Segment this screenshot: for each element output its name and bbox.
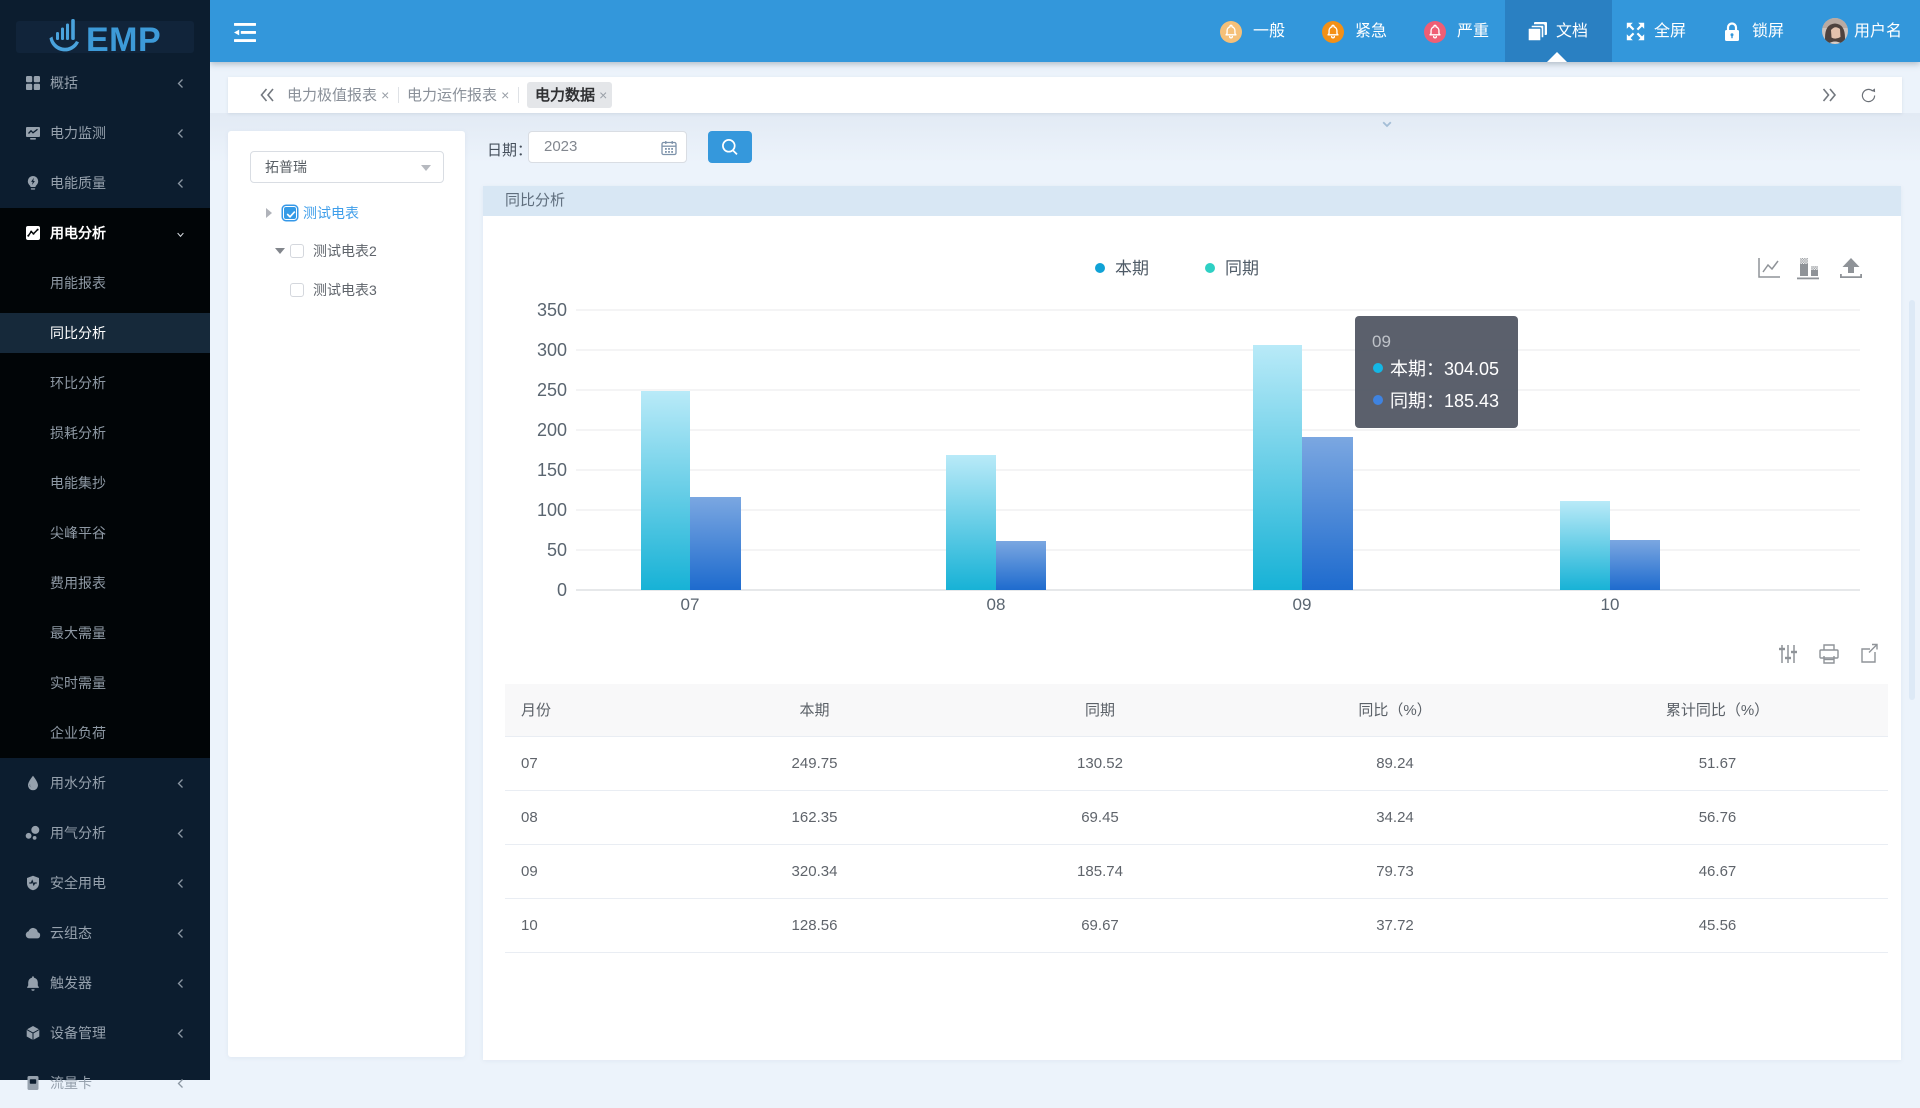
- svg-text:08: 08: [987, 595, 1006, 614]
- svg-text:09: 09: [1293, 595, 1312, 614]
- svg-text:10: 10: [1601, 595, 1620, 614]
- svg-text:本期：304.05: 本期：304.05: [1390, 359, 1499, 379]
- svg-text:同期: 同期: [1225, 259, 1259, 278]
- svg-text:350: 350: [537, 300, 567, 320]
- svg-text:07: 07: [681, 595, 700, 614]
- svg-text:200: 200: [537, 420, 567, 440]
- svg-text:50: 50: [547, 540, 567, 560]
- svg-text:150: 150: [537, 460, 567, 480]
- svg-text:EMP: EMP: [86, 21, 161, 59]
- svg-text:0: 0: [557, 580, 567, 600]
- svg-text:09: 09: [1372, 332, 1391, 351]
- svg-text:300: 300: [537, 340, 567, 360]
- svg-text:100: 100: [537, 500, 567, 520]
- svg-text:同期：185.43: 同期：185.43: [1390, 391, 1499, 411]
- svg-text:250: 250: [537, 380, 567, 400]
- svg-text:本期: 本期: [1115, 259, 1149, 278]
